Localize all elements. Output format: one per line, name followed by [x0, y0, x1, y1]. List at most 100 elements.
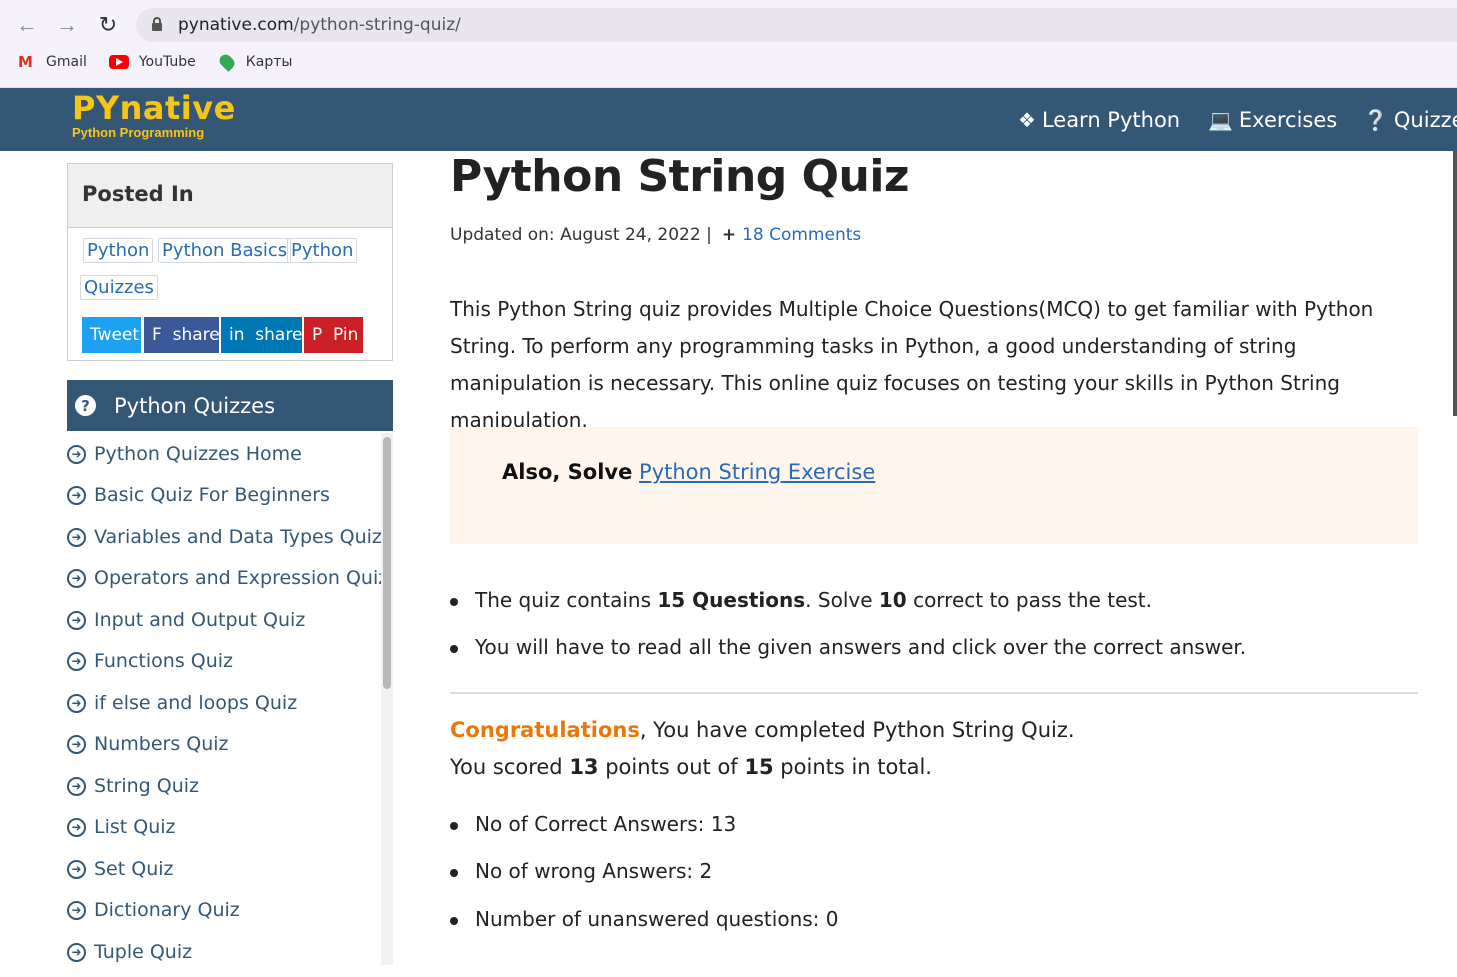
quiz-link[interactable]: ➜ Functions Quiz: [67, 646, 233, 676]
quiz-link[interactable]: ➜ Variables and Data Types Quiz: [67, 522, 382, 552]
linkedin-share-button[interactable]: in share: [221, 317, 302, 353]
browser-chrome: ← → ↻ pynative.com/python-string-quiz/ M…: [0, 0, 1457, 88]
bookmark-gmail[interactable]: M Gmail: [18, 54, 87, 70]
intro-paragraph: This Python String quiz provides Multipl…: [450, 297, 1374, 432]
pinterest-pin-button[interactable]: P Pin: [304, 317, 363, 353]
lock-icon[interactable]: [152, 17, 162, 31]
reload-icon[interactable]: ↻: [95, 12, 121, 38]
quiz-link-label: Dictionary Quiz: [94, 899, 240, 921]
plus-icon: +: [721, 225, 737, 245]
maps-icon: [216, 52, 237, 72]
youtube-icon: [108, 55, 129, 69]
quiz-link-label: Basic Quiz For Beginners: [94, 484, 330, 506]
tag-python[interactable]: Python: [83, 238, 154, 263]
nav-label: Quizze: [1393, 107, 1457, 132]
divider: [450, 692, 1418, 694]
list-item: No of wrong Answers: 2: [450, 859, 839, 907]
quiz-link-label: Operators and Expression Quiz: [94, 567, 389, 589]
result-stats-list: No of Correct Answers: 13 No of wrong An…: [450, 812, 839, 954]
updated-date: Updated on: August 24, 2022 |: [450, 225, 712, 245]
quiz-link-label: Input and Output Quiz: [94, 609, 306, 631]
nav-learn-python[interactable]: ❖ Learn Python: [1018, 88, 1180, 151]
page-scrollbar[interactable]: [1453, 151, 1457, 416]
address-bar[interactable]: pynative.com/python-string-quiz/: [136, 8, 1457, 42]
list-item: No of Correct Answers: 13: [450, 812, 839, 859]
url-path: /python-string-quiz/: [293, 15, 461, 35]
python-quizzes-header: ? Python Quizzes: [67, 380, 393, 431]
back-arrow-icon[interactable]: ←: [14, 12, 40, 38]
total-value: 15: [744, 755, 774, 779]
congrats-text: Congratulations: [450, 718, 640, 742]
arrow-circle-icon: ➜: [67, 776, 86, 796]
gmail-icon: M: [18, 53, 33, 71]
pinterest-pin-label: P Pin: [312, 325, 359, 345]
bookmark-youtube[interactable]: YouTube: [108, 54, 196, 70]
arrow-circle-icon: ➜: [67, 693, 86, 713]
also-solve-prefix: Also, Solve: [502, 460, 633, 484]
facebook-share-button[interactable]: F share: [144, 317, 220, 353]
quiz-link[interactable]: ➜ Set Quiz: [67, 854, 174, 884]
quiz-link[interactable]: ➜ Python Quizzes Home: [67, 439, 302, 469]
arrow-circle-icon: ➜: [67, 485, 86, 505]
quiz-link[interactable]: ➜ String Quiz: [67, 771, 199, 801]
list-item: You will have to read all the given answ…: [449, 635, 1246, 682]
quiz-link[interactable]: ➜ Tuple Quiz: [67, 937, 192, 967]
quiz-link-label: Functions Quiz: [94, 650, 234, 672]
quiz-result: Congratulations, You have completed Pyth…: [450, 712, 1075, 786]
result-score-line: You scored 13 points out of 15 points in…: [450, 755, 932, 779]
quiz-link-label: Python Quizzes Home: [94, 443, 302, 465]
laptop-icon: 💻: [1208, 107, 1233, 132]
quiz-link[interactable]: ➜ Operators and Expression Quiz: [67, 563, 388, 593]
nav-label: Exercises: [1238, 107, 1338, 132]
tag-quizzes[interactable]: Quizzes: [80, 275, 158, 300]
tweet-button[interactable]: Tweet: [82, 317, 141, 353]
bookmark-label: YouTube: [138, 54, 196, 70]
question-icon: ❔: [1363, 107, 1388, 132]
exercise-link[interactable]: Python String Exercise: [639, 460, 875, 484]
linkedin-share-label: in share: [229, 325, 303, 345]
score-value: 13: [569, 755, 599, 779]
comments-link[interactable]: 18 Comments: [742, 225, 861, 245]
quiz-link-label: if else and loops Quiz: [94, 692, 298, 714]
site-logo[interactable]: PYnative Python Programming: [72, 90, 236, 140]
sidebar-scrollbar-thumb[interactable]: [383, 437, 391, 689]
quiz-link[interactable]: ➜ Input and Output Quiz: [67, 605, 305, 635]
quiz-link-label: Set Quiz: [94, 858, 174, 880]
arrow-circle-icon: ➜: [67, 817, 86, 837]
quiz-link-label: String Quiz: [94, 775, 199, 797]
arrow-circle-icon: ➜: [67, 734, 86, 754]
quiz-link[interactable]: ➜ List Quiz: [67, 812, 176, 842]
bookmark-maps[interactable]: Карты: [216, 52, 293, 72]
nav-exercises[interactable]: 💻 Exercises: [1208, 88, 1337, 151]
quiz-link[interactable]: ➜ if else and loops Quiz: [67, 688, 297, 718]
forward-arrow-icon[interactable]: →: [54, 12, 80, 38]
site-header: PYnative Python Programming ❖ Learn Pytho…: [0, 88, 1457, 151]
facebook-share-label: F share: [152, 325, 220, 345]
bookmarks-bar: M Gmail YouTube Карты: [18, 52, 293, 72]
arrow-circle-icon: ➜: [67, 859, 86, 879]
page-title: Python String Quiz: [450, 151, 910, 202]
arrow-circle-icon: ➜: [67, 444, 86, 464]
tag-python-basics[interactable]: Python Basics: [158, 238, 292, 263]
tag-python-quizzes[interactable]: Python: [287, 238, 358, 263]
arrow-circle-icon: ➜: [67, 527, 86, 547]
url-host: pynative.com: [178, 15, 294, 35]
quiz-link-label: Tuple Quiz: [94, 941, 193, 963]
bookmark-label: Gmail: [46, 54, 87, 70]
nav-quizzes[interactable]: ❔Quizze: [1363, 88, 1457, 151]
logo-sub-text: Python Programming: [72, 125, 205, 140]
arrow-circle-icon: ➜: [67, 942, 86, 962]
list-item: Number of unanswered questions: 0: [450, 907, 839, 954]
quiz-link[interactable]: ➜ Numbers Quiz: [67, 729, 229, 759]
url-text[interactable]: pynative.com/python-string-quiz/: [178, 15, 461, 35]
arrow-circle-icon: ➜: [67, 610, 86, 630]
tweet-label: Tweet: [90, 325, 140, 345]
bookmark-label: Карты: [245, 54, 293, 70]
quiz-info-list: The quiz contains 15 Questions. Solve 10…: [449, 588, 1246, 682]
arrow-circle-icon: ➜: [67, 900, 86, 920]
also-solve-box: Also, Solve Python String Exercise: [450, 427, 1418, 544]
quiz-link[interactable]: ➜ Dictionary Quiz: [67, 895, 240, 925]
quiz-link[interactable]: ➜ Basic Quiz For Beginners: [67, 480, 330, 510]
posted-in-title: Posted In: [68, 164, 392, 228]
also-solve-text: Also, Solve Python String Exercise: [502, 460, 875, 484]
